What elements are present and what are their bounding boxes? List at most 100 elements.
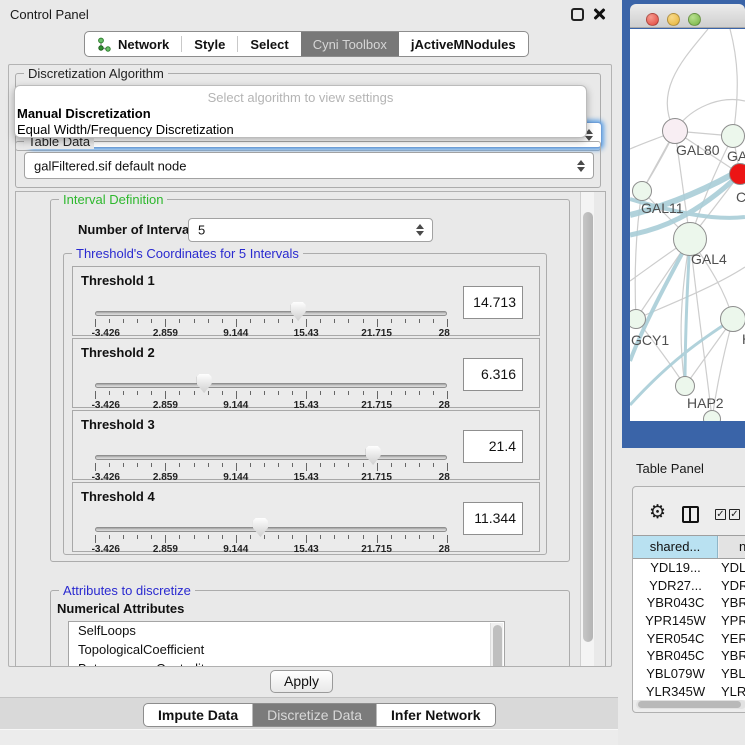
interval-definition-group: Interval Definition Number of Intervals … [50,199,570,562]
attribute-item[interactable]: TopologicalCoefficient [69,641,504,660]
tab-discretize-data[interactable]: Discretize Data [253,704,377,726]
number-of-intervals-combobox[interactable]: 5 [188,218,433,242]
network-canvas[interactable]: GAL80GALCGAL11GAL4GCY1HHAP2 [630,29,745,421]
table-row[interactable]: YBL079WYBL0 [633,665,745,683]
threshold-label: Threshold 2 [81,345,155,360]
table-horizontal-scrollbar[interactable] [636,700,745,709]
table-data-combobox[interactable]: galFiltered.sif default node [24,152,594,179]
combo-value: 5 [198,223,205,238]
combo-value: galFiltered.sif default node [34,158,186,173]
checkbox-icon[interactable]: ✓ [729,509,740,520]
dropdown-prompt: Select algorithm to view settings [15,90,586,105]
settings-scroll-panel: Interval Definition Number of Intervals … [15,191,606,667]
combo-arrows-icon [416,224,424,236]
control-panel: Control Panel Network Style Select Cyni … [0,0,618,745]
number-of-intervals-label: Number of Intervals [78,222,200,237]
column-header-shared-name[interactable]: shared... [633,536,718,558]
columns-icon[interactable] [682,506,699,523]
gear-icon[interactable]: ⚙ [649,503,666,522]
network-node[interactable] [720,306,745,332]
settings-vertical-scrollbar[interactable] [580,192,594,666]
network-node[interactable] [721,124,745,148]
panel-title: Control Panel [10,7,89,22]
slider-scale: -3.4262.8599.14415.4321.71528 [73,542,539,554]
control-panel-titlebar: Control Panel [0,0,618,28]
checkbox-icon[interactable]: ✓ [715,509,726,520]
group-title: Attributes to discretize [59,583,195,598]
network-icon [97,37,112,52]
tab-jactivemnodules[interactable]: jActiveMNodules [399,32,528,56]
tab-network[interactable]: Network [85,32,181,56]
network-node-label: GCY1 [631,332,669,348]
table-header: shared... name [633,535,745,559]
algorithm-dropdown-popup: Select algorithm to view settings Manual… [14,85,587,138]
slider-track[interactable] [95,455,447,460]
table-row[interactable]: YPR145WYPR1 [633,612,745,630]
close-panel-icon[interactable] [592,7,606,21]
threshold-2-panel: Threshold 2 -3.4262.8599.14415.4321.7152… [72,338,540,408]
attribute-item[interactable]: SelfLoops [69,622,504,641]
network-node-label: GAL [727,148,745,164]
tab-infer-network[interactable]: Infer Network [377,704,494,726]
minimize-window-icon[interactable] [667,13,680,26]
table-rows: YDL19...YDL1YDR27...YDR2YBR043CYBR0YPR14… [633,559,745,700]
float-panel-icon[interactable] [571,8,584,21]
threshold-value-field[interactable]: 6.316 [463,358,523,391]
apply-button[interactable]: Apply [270,670,333,693]
network-node[interactable] [675,376,695,396]
threshold-value-field[interactable]: 21.4 [463,430,523,463]
table-panel: ⚙ ✓ ✓ shared... name YDL19...YDL1YDR27..… [632,486,745,713]
cyni-bottom-tabbar: Impute Data Discretize Data Infer Networ… [143,703,496,727]
network-node-label: C [736,189,745,205]
tab-impute-data[interactable]: Impute Data [144,704,253,726]
dropdown-option-equal-width-frequency[interactable]: Equal Width/Frequency Discretization [17,122,234,137]
group-title: Threshold's Coordinates for 5 Intervals [72,246,303,261]
dropdown-option-manual-discretization[interactable]: Manual Discretization [17,106,151,121]
combo-arrows-icon [577,160,585,172]
zoom-window-icon[interactable] [688,13,701,26]
slider-track[interactable] [95,383,447,388]
threshold-value-field[interactable]: 11.344 [463,502,523,535]
numerical-attributes-label: Numerical Attributes [57,601,184,616]
network-node-label: GAL4 [691,251,727,267]
table-data-group: Table Data galFiltered.sif default node [15,141,601,188]
table-row[interactable]: YDL19...YDL1 [633,559,745,577]
slider-track[interactable] [95,311,447,316]
network-node[interactable] [729,163,745,185]
slider-track[interactable] [95,527,447,532]
network-window: GAL80GALCGAL11GAL4GCY1HHAP2 [622,0,745,448]
table-row[interactable]: YBR043CYBR0 [633,594,745,612]
scrollbar-thumb[interactable] [583,212,593,642]
column-header-name[interactable]: name [719,536,745,558]
cyni-content-box: Discretization Algorithm Select algorith… [8,64,612,667]
threshold-value-field[interactable]: 14.713 [463,286,523,319]
network-node[interactable] [662,118,688,144]
network-node[interactable] [632,181,652,201]
tab-select[interactable]: Select [238,32,300,56]
table-row[interactable]: YBR045CYBR0 [633,647,745,665]
threshold-4-panel: Threshold 4 -3.4262.8599.14415.4321.7152… [72,482,540,552]
table-row[interactable]: YER054CYER0 [633,630,745,648]
threshold-label: Threshold 1 [81,273,155,288]
threshold-3-panel: Threshold 3 -3.4262.8599.14415.4321.7152… [72,410,540,480]
threshold-1-panel: Threshold 1 -3.4262.8599.14415.4321.7152… [72,266,540,336]
group-title: Interval Definition [59,192,167,207]
close-window-icon[interactable] [646,13,659,26]
attributes-list-scrollbar[interactable] [490,623,503,667]
table-row[interactable]: YDR27...YDR2 [633,577,745,595]
threshold-label: Threshold 4 [81,489,155,504]
network-node[interactable] [703,410,721,421]
attributes-to-discretize-group: Attributes to discretize Numerical Attri… [50,590,570,667]
attribute-item[interactable]: BetweennessCentrality [69,660,504,667]
control-panel-tabbar: Network Style Select Cyni Toolbox jActiv… [84,31,529,57]
tab-cyni-toolbox[interactable]: Cyni Toolbox [301,32,399,56]
slider-scale: -3.4262.8599.14415.4321.71528 [73,326,539,338]
network-node-label: GAL80 [676,142,720,158]
numerical-attributes-list: SelfLoopsTopologicalCoefficientBetweenne… [68,621,505,667]
tab-style[interactable]: Style [182,32,237,56]
group-title: Discretization Algorithm [24,66,168,81]
table-panel-title: Table Panel [636,461,704,476]
table-row[interactable]: YLR345WYLR3 [633,683,745,700]
threshold-label: Threshold 3 [81,417,155,432]
network-window-titlebar[interactable] [630,4,745,28]
